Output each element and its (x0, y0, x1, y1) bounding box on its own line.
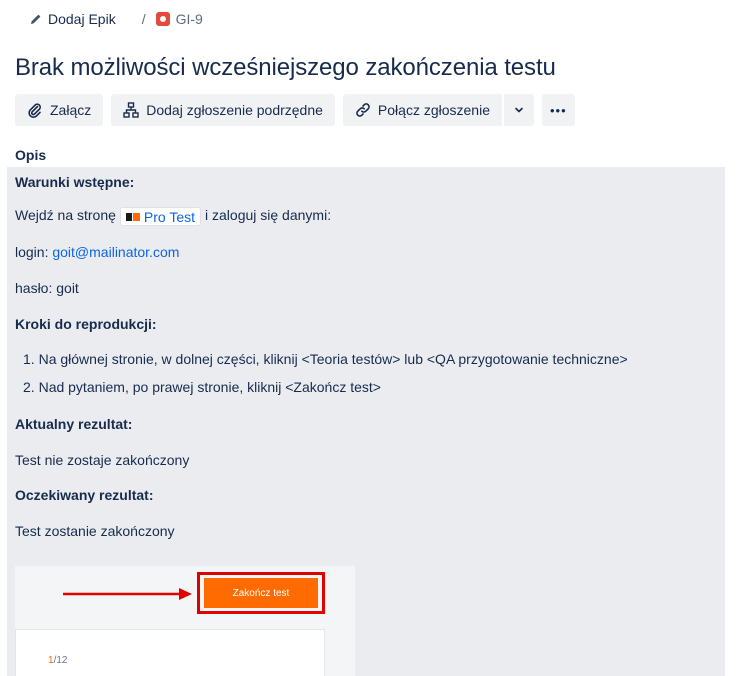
login-email-link[interactable]: goit@mailinator.com (52, 244, 179, 260)
paperclip-icon (28, 103, 41, 118)
breadcrumb: Dodaj Epik / GI-9 (30, 10, 203, 28)
link-issue-split-button: Połącz zgłoszenie (342, 94, 534, 126)
description-label: Opis (15, 147, 47, 163)
question-card: 1/12 (15, 629, 325, 676)
link-issue-dropdown-button[interactable] (503, 94, 534, 126)
issue-key-link[interactable]: GI-9 (155, 11, 203, 27)
step-item: 2. Nad pytaniem, po prawej stronie, klik… (23, 379, 381, 395)
link-issue-button[interactable]: Połącz zgłoszenie (342, 94, 502, 126)
end-test-label: Zakończ test (232, 587, 290, 599)
link-issue-label: Połącz zgłoszenie (377, 102, 490, 118)
step-text: Na głównej stronie, w dolnej części, kli… (38, 351, 628, 367)
link-icon (356, 103, 370, 117)
issue-key: GI-9 (175, 11, 203, 27)
login-line: login: goit@mailinator.com (15, 244, 179, 260)
actual-result-text: Test nie zostaje zakończony (15, 452, 190, 468)
add-epic-label: Dodaj Epik (48, 11, 116, 27)
attach-button[interactable]: Załącz (15, 94, 104, 126)
issue-title[interactable]: Brak możliwości wcześniejszego zakończen… (15, 54, 556, 82)
question-counter: 1/12 (48, 655, 67, 666)
red-arrow-icon (63, 588, 192, 600)
hierarchy-icon (123, 102, 139, 118)
add-child-issue-label: Dodaj zgłoszenie podrzędne (146, 102, 323, 118)
bug-icon (155, 12, 170, 26)
add-child-issue-button[interactable]: Dodaj zgłoszenie podrzędne (111, 94, 335, 126)
login-label: login: (15, 244, 49, 260)
pencil-icon (31, 14, 41, 24)
actual-result-heading: Aktualny rezultat: (15, 416, 133, 432)
step-text: Nad pytaniem, po prawej stronie, kliknij… (38, 379, 381, 395)
highlight-box: Zakończ test (197, 572, 325, 614)
step-number: 2. (23, 379, 35, 395)
pro-test-link-label: Pro Test (143, 208, 196, 225)
go-to-prefix: Wejdź na stronę (15, 207, 116, 224)
question-counter-total: /12 (53, 655, 68, 666)
issue-toolbar: Załącz Dodaj zgłoszenie podrzędne Połącz… (15, 94, 575, 126)
step-item: 1. Na głównej stronie, w dolnej części, … (23, 351, 628, 367)
password-line: hasło: goit (15, 280, 79, 296)
step-number: 1. (23, 351, 35, 367)
attached-screenshot-image[interactable]: Zakończ test 1/12 (15, 566, 355, 676)
expected-result-heading: Oczekiwany rezultat: (15, 487, 154, 503)
chevron-down-icon (515, 107, 523, 113)
expected-result-text: Test zostanie zakończony (15, 523, 175, 539)
more-icon: ••• (549, 102, 567, 118)
pro-test-link-chip[interactable]: Pro Test (119, 207, 202, 226)
add-epic-link[interactable]: Dodaj Epik (30, 11, 116, 27)
site-favicon-icon (125, 212, 140, 221)
description-body[interactable]: Warunki wstępne: Wejdź na stronę Pro Test… (7, 167, 725, 676)
more-actions-button[interactable]: ••• (541, 94, 575, 126)
attach-label: Załącz (50, 102, 92, 118)
steps-heading: Kroki do reprodukcji: (15, 316, 157, 332)
breadcrumb-separator: / (141, 11, 146, 27)
go-to-suffix: i zaloguj się danymi: (205, 207, 332, 224)
preconditions-line: Wejdź na stronę Pro Test i zaloguj się dan… (15, 207, 331, 226)
preconditions-heading: Warunki wstępne: (15, 174, 135, 190)
end-test-button: Zakończ test (204, 578, 318, 608)
